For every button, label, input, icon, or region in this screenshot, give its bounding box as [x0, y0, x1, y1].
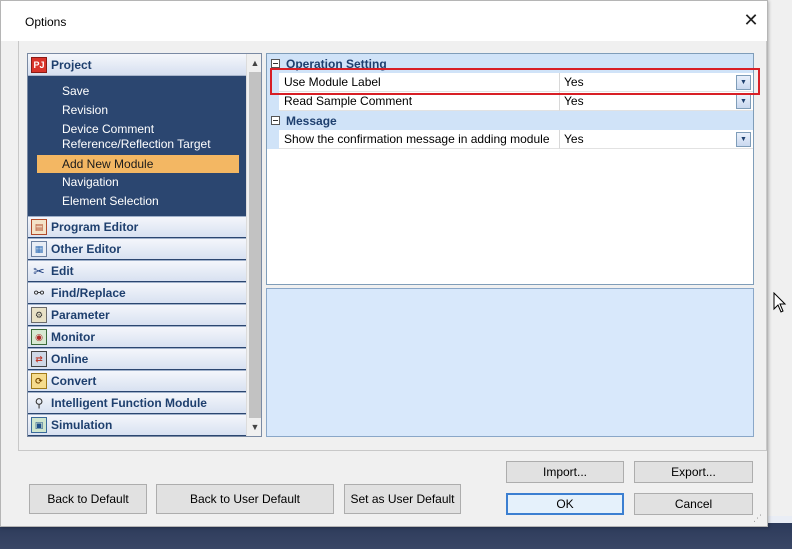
- property-grid: Operation Setting Use Module Label Yes ▼…: [266, 53, 754, 285]
- scissors-icon: ✂: [33, 262, 45, 279]
- description-pane: [266, 288, 754, 437]
- category-monitor[interactable]: ◉ Monitor: [28, 326, 246, 347]
- category-label: Program Editor: [51, 220, 139, 234]
- nav-item-navigation[interactable]: Navigation: [62, 175, 119, 190]
- category-label: Online: [51, 352, 89, 366]
- nav-item-revision[interactable]: Revision: [62, 103, 108, 118]
- nav-scrollbar[interactable]: ▲ ▼: [246, 54, 261, 436]
- cancel-button[interactable]: Cancel: [634, 493, 753, 515]
- ok-button[interactable]: OK: [506, 493, 624, 515]
- category-find-replace[interactable]: ⚯ Find/Replace: [28, 282, 246, 303]
- property-name: Read Sample Comment: [279, 92, 560, 111]
- category-label: Intelligent Function Module: [51, 396, 207, 410]
- back-to-user-default-button[interactable]: Back to User Default: [156, 484, 334, 514]
- collapse-icon[interactable]: [271, 59, 280, 68]
- category-label: Parameter: [51, 308, 110, 322]
- online-icon: ⇄: [31, 351, 47, 367]
- convert-icon: ⟳: [31, 373, 47, 389]
- category-intelligent-function-module[interactable]: ⚲ Intelligent Function Module: [28, 392, 246, 413]
- nav-item-reference-reflection-target[interactable]: Reference/Reflection Target: [62, 137, 211, 152]
- category-label: Convert: [51, 374, 97, 388]
- binoculars-icon: ⚯: [33, 286, 45, 300]
- import-button[interactable]: Import...: [506, 461, 624, 483]
- other-editor-icon: ▦: [31, 241, 47, 257]
- monitor-icon: ◉: [31, 329, 47, 345]
- category-label: Edit: [51, 264, 74, 278]
- nav-item-device-comment[interactable]: Device Comment: [62, 122, 154, 137]
- row-gutter: [267, 92, 279, 111]
- category-simulation[interactable]: ▣ Simulation: [28, 414, 246, 435]
- property-value: Yes: [564, 94, 584, 108]
- section-label: Message: [286, 113, 337, 128]
- nav-item-element-selection[interactable]: Element Selection: [62, 194, 159, 209]
- property-value-dropdown[interactable]: Yes ▼: [560, 92, 753, 111]
- category-label: Other Editor: [51, 242, 122, 256]
- collapse-icon[interactable]: [271, 116, 280, 125]
- property-value: Yes: [564, 75, 584, 89]
- project-icon: PJ: [31, 56, 47, 73]
- category-label: Simulation: [51, 418, 113, 432]
- intelligent-function-module-icon: ⚲: [34, 396, 44, 410]
- set-as-user-default-button[interactable]: Set as User Default: [344, 484, 461, 514]
- nav-item-save[interactable]: Save: [62, 84, 89, 99]
- category-project[interactable]: PJ Project: [28, 54, 246, 76]
- row-gutter: [267, 73, 279, 92]
- scroll-up-icon[interactable]: ▲: [247, 55, 261, 71]
- window-title: Options: [25, 15, 67, 29]
- options-navigation-pane: PJ Project Save Revision Device Comment …: [27, 53, 262, 437]
- section-message[interactable]: Message: [267, 111, 753, 130]
- export-button[interactable]: Export...: [634, 461, 753, 483]
- dropdown-arrow-icon[interactable]: ▼: [736, 132, 751, 147]
- dropdown-arrow-icon[interactable]: ▼: [736, 94, 751, 109]
- category-label: Monitor: [51, 330, 95, 344]
- section-label: Operation Setting: [286, 56, 387, 71]
- property-name: Show the confirmation message in adding …: [279, 130, 560, 149]
- property-value: Yes: [564, 132, 584, 146]
- category-label: Find/Replace: [51, 286, 126, 300]
- category-parameter[interactable]: ⚙ Parameter: [28, 304, 246, 325]
- scroll-thumb[interactable]: [249, 72, 261, 418]
- property-name: Use Module Label: [279, 73, 560, 92]
- row-gutter: [267, 130, 279, 149]
- title-bar: Options ✕: [1, 1, 767, 41]
- property-row-show-confirmation-message[interactable]: Show the confirmation message in adding …: [267, 130, 753, 149]
- program-editor-icon: ▤: [31, 219, 47, 235]
- dropdown-arrow-icon[interactable]: ▼: [736, 75, 751, 90]
- category-edit[interactable]: ✂ Edit: [28, 260, 246, 281]
- project-sub-items: Save Revision Device Comment Reference/R…: [28, 77, 246, 217]
- property-value-dropdown[interactable]: Yes ▼: [560, 73, 753, 92]
- back-to-default-button[interactable]: Back to Default: [29, 484, 147, 514]
- category-label: Project: [51, 57, 92, 72]
- property-value-dropdown[interactable]: Yes ▼: [560, 130, 753, 149]
- category-convert[interactable]: ⟳ Convert: [28, 370, 246, 391]
- parameter-icon: ⚙: [31, 307, 47, 323]
- section-operation-setting[interactable]: Operation Setting: [267, 54, 753, 73]
- category-program-editor[interactable]: ▤ Program Editor: [28, 216, 246, 237]
- close-icon[interactable]: ✕: [741, 10, 761, 30]
- resize-grip-icon[interactable]: ⋰: [753, 513, 762, 524]
- property-row-use-module-label[interactable]: Use Module Label Yes ▼: [267, 73, 753, 92]
- simulation-icon: ▣: [31, 417, 47, 433]
- scroll-down-icon[interactable]: ▼: [247, 419, 261, 435]
- property-row-read-sample-comment[interactable]: Read Sample Comment Yes ▼: [267, 92, 753, 111]
- category-online[interactable]: ⇄ Online: [28, 348, 246, 369]
- nav-item-add-new-module[interactable]: Add New Module: [37, 155, 239, 173]
- mouse-cursor-icon: [773, 292, 787, 313]
- category-other-editor[interactable]: ▦ Other Editor: [28, 238, 246, 259]
